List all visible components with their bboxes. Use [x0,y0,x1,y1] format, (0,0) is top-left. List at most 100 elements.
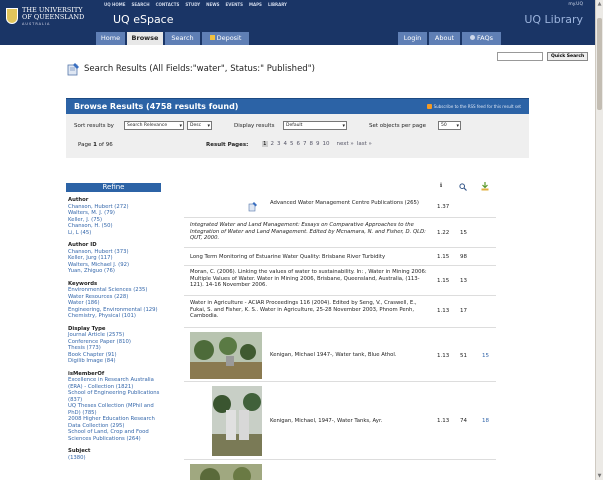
page-link-7[interactable]: 7 [303,141,307,147]
result-link[interactable]: Long Term Monitoring of Estuarine Water … [190,254,430,261]
page-link-3[interactable]: 3 [277,141,281,147]
relevance-score: 1.13 [437,308,450,314]
table-row: Water in Agriculture - ACIAR Proceedings… [184,296,496,328]
tab-about[interactable]: About [429,32,461,45]
tab-home[interactable]: Home [96,32,126,45]
facet-item[interactable]: Water Resources (228) [68,294,128,300]
display-select[interactable]: Default [283,121,347,130]
tab-deposit[interactable]: Deposit [202,32,250,45]
facet-item[interactable]: Excellence in Research Australia (ERA) -… [68,377,154,390]
browse-results-bar: Browse Results (4758 results found) Subs… [66,98,529,114]
facet-item[interactable]: 2008 Higher Education Research Data Coll… [68,416,155,429]
facet-item[interactable]: Chanson, Hubert (373) [68,249,129,255]
facet-item[interactable]: Walters, Michael J. (92) [68,262,129,268]
top-link-library[interactable]: LIBRARY [268,2,287,7]
page-number: 1 [93,142,97,148]
facet-item[interactable]: Book Chapter (91) [68,352,117,358]
page-link-8[interactable]: 8 [310,141,314,147]
uq-logo[interactable]: THE UNIVERSITY OF QUEENSLAND AUSTRALIA [6,4,90,28]
page-link-1[interactable]: 1 [262,141,268,147]
facet-item[interactable]: Chanson, Hubert (272) [68,204,129,210]
table-row [184,460,496,480]
facet-item[interactable]: Thesis (773) [68,345,101,351]
top-link-contacts[interactable]: CONTACTS [156,2,180,7]
result-link[interactable]: Water in Agriculture - ACIAR Proceedings… [190,300,430,320]
facet-item[interactable]: Chanson, H. (50) [68,223,113,229]
my-uq-link[interactable]: my.UQ [568,2,583,7]
page-indicator: Page 1 of 96 [78,142,113,148]
tab-login[interactable]: Login [398,32,428,45]
collection-icon [248,202,257,212]
top-link-events[interactable]: EVENTS [226,2,244,7]
facet-item[interactable]: UQ Theses Collection (MPhil and PhD) (78… [68,403,154,416]
page-link-4[interactable]: 4 [284,141,288,147]
quick-search-button[interactable]: Quick Search [547,52,589,61]
top-link-study[interactable]: STUDY [185,2,200,7]
tab-browse[interactable]: Browse [127,32,164,45]
logo-sub: AUSTRALIA [22,21,51,26]
thumbnail-image[interactable] [212,386,262,456]
site-title[interactable]: UQ eSpace [113,13,174,26]
thumbnail-image[interactable] [190,464,262,480]
facet-item[interactable]: (1380) [68,455,86,461]
main-nav: Home Browse Search Deposit Login About F… [0,31,595,45]
download-count[interactable]: 18 [482,418,489,424]
facet-item[interactable]: Keller, J. (75) [68,217,102,223]
library-title[interactable]: UQ Library [524,13,583,26]
order-select[interactable]: Desc [187,121,212,130]
last-link[interactable]: last » [357,141,372,147]
result-link[interactable]: Kenigan, Michael 1947-, Water tank, Blue… [270,352,430,359]
facet-item[interactable]: Walters, M. J. (79) [68,210,115,216]
page-link-9[interactable]: 9 [316,141,320,147]
facet-item[interactable]: Digilib Image (84) [68,358,116,364]
page-link-10[interactable]: 10 [323,141,330,147]
column-icons: ℹ [437,182,507,192]
rss-link[interactable]: Subscribe to the RSS feed for this resul… [426,104,521,109]
facet-item[interactable]: Environmental Sciences (235) [68,287,147,293]
vertical-scrollbar[interactable]: ▲ ▼ [595,0,603,480]
download-count[interactable]: 15 [482,353,489,359]
page-link-6[interactable]: 6 [297,141,301,147]
top-link-uq-home[interactable]: UQ HOME [104,2,126,7]
facet-item[interactable]: School of Engineering Publications (837) [68,390,159,403]
facet-item[interactable]: Journal Article (2575) [68,332,124,338]
scroll-thumb[interactable] [597,18,602,110]
sort-select[interactable]: Search Relevance [124,121,184,130]
next-link[interactable]: next » [337,141,354,147]
table-row: Moran, C. (2006). Linking the values of … [184,266,496,296]
tab-search[interactable]: Search [165,32,201,45]
facet-item[interactable]: Engineering, Environmental (129) [68,307,158,313]
deposit-icon [209,35,215,40]
facet-item[interactable]: Chemistry, Physical (101) [68,313,136,319]
result-link[interactable]: Kenigan, Michael, 1947-, Water Tanks, Ay… [270,418,430,425]
facet-item[interactable]: Keller, Jurg (117) [68,255,113,261]
thumbnail-image[interactable] [190,332,262,379]
page-link-5[interactable]: 5 [290,141,294,147]
result-link[interactable]: Integrated Water and Land Management: Es… [190,222,430,242]
sort-label: Sort results by [74,123,114,129]
quick-search-input[interactable] [497,52,543,61]
facet-item[interactable]: Li, L (45) [68,230,91,236]
page-link-2[interactable]: 2 [271,141,275,147]
top-link-search[interactable]: SEARCH [132,2,150,7]
tab-faqs[interactable]: FAQs [462,32,502,45]
facet-item[interactable]: School of Land, Crop and Food Sciences P… [68,429,149,442]
perpage-label: Set objects per page [369,123,426,129]
result-pages-label: Result Pages: [206,142,249,148]
facet-item[interactable]: Water (186) [68,300,100,306]
help-icon [470,35,475,40]
top-link-news[interactable]: NEWS [206,2,219,7]
top-link-maps[interactable]: MAPS [249,2,262,7]
scroll-up-arrow-icon[interactable]: ▲ [596,0,603,8]
result-link[interactable]: Moran, C. (2006). Linking the values of … [190,269,430,289]
result-link[interactable]: Advanced Water Management Centre Publica… [270,200,430,207]
facet-item[interactable]: Yuan, Zhiguo (76) [68,268,115,274]
scroll-down-arrow-icon[interactable]: ▼ [596,472,603,480]
view-count: 51 [460,353,467,359]
relevance-score: 1.22 [437,230,450,236]
relevance-score: 1.13 [437,353,450,359]
magnifier-icon [459,183,467,191]
facet-list: Author Chanson, Hubert (272) Walters, M.… [68,197,168,461]
facet-item[interactable]: Conference Paper (810) [68,339,131,345]
perpage-select[interactable]: 50 [438,121,461,130]
